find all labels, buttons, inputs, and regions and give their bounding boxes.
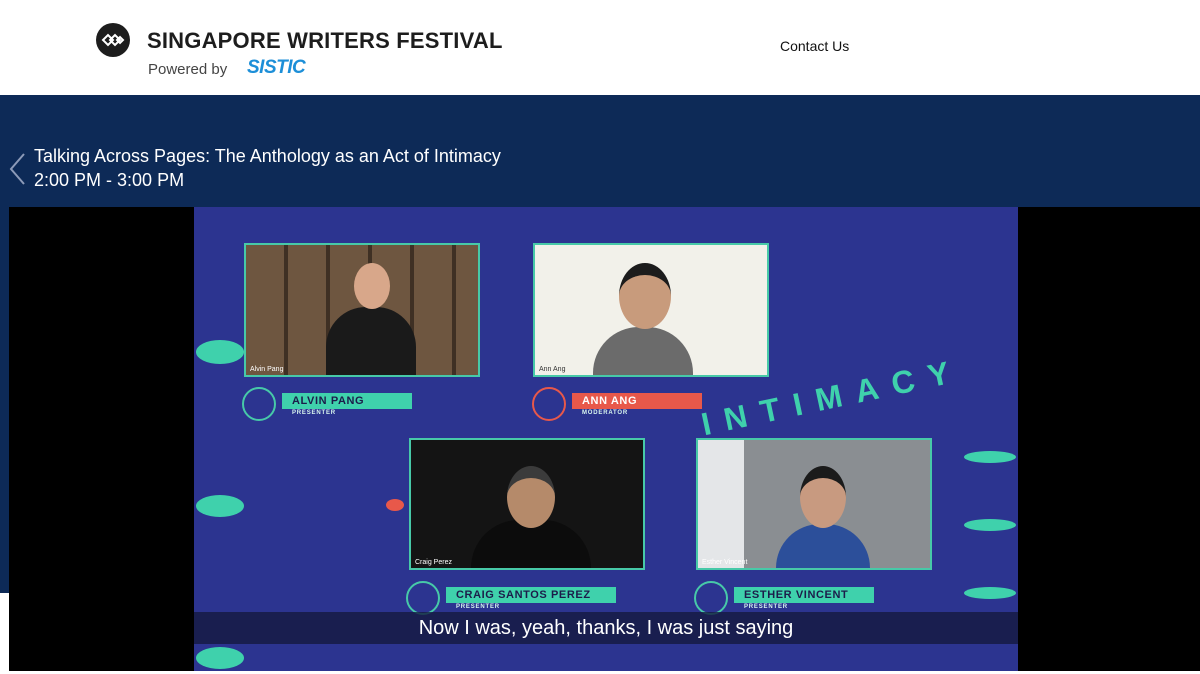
- participant-role: PRESENTER: [456, 604, 500, 610]
- decor-blob: [964, 587, 1016, 599]
- festival-logo-icon: [242, 387, 276, 421]
- decor-blob: [196, 495, 244, 517]
- decor-dot: [386, 499, 404, 511]
- participant-head: [619, 263, 671, 329]
- window: [698, 440, 744, 568]
- sistic-logo[interactable]: SISTIC: [247, 57, 306, 79]
- participant-head: [354, 263, 390, 309]
- back-chevron-icon[interactable]: [8, 152, 26, 186]
- participant-tile[interactable]: Esther Vincent: [696, 438, 932, 570]
- festival-logo-icon: [406, 581, 440, 615]
- video-player[interactable]: INTIMACY Alvin Pang ALVIN PANG PRESENTER…: [9, 207, 1200, 671]
- site-header: SINGAPORE WRITERS FESTIVAL Powered by SI…: [0, 0, 1200, 95]
- participant-tile[interactable]: Alvin Pang: [244, 243, 480, 377]
- decor-blob: [196, 647, 244, 669]
- participant-figure: [326, 307, 416, 375]
- event-time: 2:00 PM - 3:00 PM: [34, 170, 185, 190]
- brand-title[interactable]: SINGAPORE WRITERS FESTIVAL: [147, 28, 503, 54]
- festival-logo-icon[interactable]: [96, 23, 130, 57]
- tile-label: Craig Perez: [415, 559, 452, 566]
- participant-figure: [593, 327, 693, 375]
- decor-blob: [196, 340, 244, 364]
- participant-head: [507, 466, 555, 528]
- video-stage[interactable]: INTIMACY Alvin Pang ALVIN PANG PRESENTER…: [194, 207, 1018, 671]
- page-gap: [0, 593, 9, 674]
- decor-blob: [964, 451, 1016, 463]
- participant-tile[interactable]: Ann Ang: [533, 243, 769, 377]
- participant-figure: [776, 524, 870, 568]
- participant-name: ESTHER VINCENT: [734, 587, 874, 603]
- powered-by-text: Powered by: [148, 61, 228, 78]
- festival-logo-icon: [694, 581, 728, 615]
- participant-head: [800, 466, 846, 528]
- contact-us-link[interactable]: Contact Us: [780, 38, 849, 54]
- tile-label: Esther Vincent: [702, 559, 748, 566]
- decor-blob: [964, 519, 1016, 531]
- caption-subtitle: Now I was, yeah, thanks, I was just sayi…: [194, 612, 1018, 644]
- tile-label: Alvin Pang: [250, 366, 284, 373]
- festival-logo-icon: [532, 387, 566, 421]
- participant-tile[interactable]: Craig Perez: [409, 438, 645, 570]
- participant-role: PRESENTER: [744, 604, 788, 610]
- participant-name: ANN ANG: [572, 393, 702, 409]
- participant-name: CRAIG SANTOS PEREZ: [446, 587, 616, 603]
- event-title: Talking Across Pages: The Anthology as a…: [34, 146, 501, 166]
- tile-label: Ann Ang: [539, 366, 566, 373]
- participant-name: ALVIN PANG: [282, 393, 412, 409]
- participant-role: PRESENTER: [292, 410, 336, 416]
- participant-role: MODERATOR: [582, 410, 628, 416]
